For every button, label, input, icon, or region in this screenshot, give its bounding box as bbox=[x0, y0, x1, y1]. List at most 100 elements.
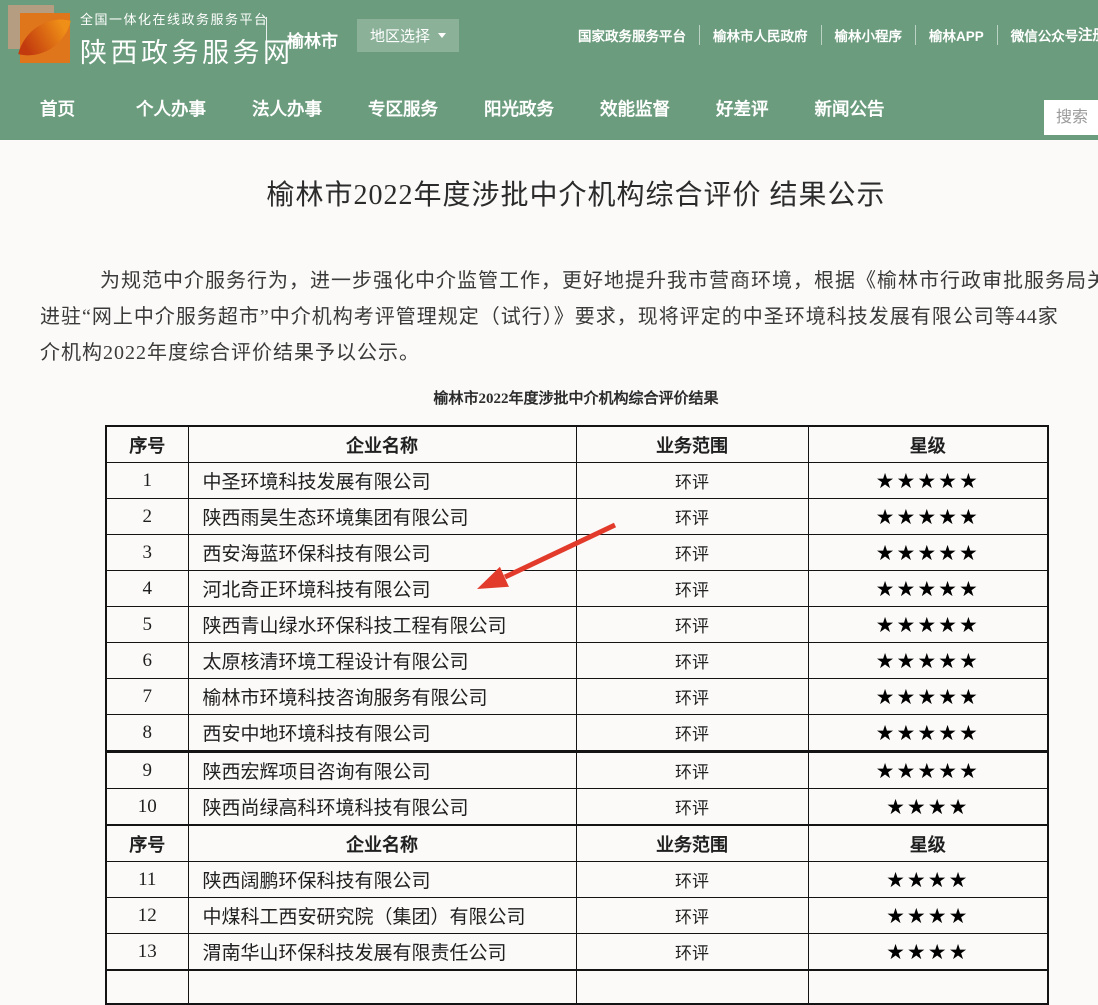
cell-no: 7 bbox=[106, 679, 188, 715]
cell-stars: ★★★★★ bbox=[808, 499, 1048, 535]
site-header: 全国一体化在线政务服务平台 陕西政务服务网 榆林市 地区选择 国家政务服务平台榆… bbox=[0, 0, 1098, 140]
cell-no: 4 bbox=[106, 571, 188, 607]
column-header: 星级 bbox=[808, 426, 1048, 463]
logo-orange-square bbox=[20, 13, 70, 63]
cell-name: 西安中地环境科技有限公司 bbox=[188, 715, 576, 752]
table-caption: 榆林市2022年度涉批中介机构综合评价结果 bbox=[0, 387, 1098, 408]
cell-name: 河北奇正环境科技有限公司 bbox=[188, 571, 576, 607]
nav-item-7[interactable]: 新闻公告 bbox=[815, 96, 885, 121]
cell-name: 中圣环境科技发展有限公司 bbox=[188, 463, 576, 499]
cell-scope: 环评 bbox=[576, 898, 808, 934]
cell-stars: ★★★★★ bbox=[808, 607, 1048, 643]
cell-name: 陕西尚绿高科环境科技有限公司 bbox=[188, 789, 576, 826]
cell-no: 9 bbox=[106, 752, 188, 789]
cell-no: 10 bbox=[106, 789, 188, 826]
table-row: 5陕西青山绿水环保科技工程有限公司环评★★★★★ bbox=[106, 607, 1048, 643]
cell-stars: ★★★★★ bbox=[808, 571, 1048, 607]
nav-item-1[interactable]: 个人办事 bbox=[136, 96, 206, 121]
cell-stars: ★★★★★ bbox=[808, 679, 1048, 715]
cell-stars: ★★★★★ bbox=[808, 643, 1048, 679]
cell-name: 中煤科工西安研究院（集团）有限公司 bbox=[188, 898, 576, 934]
nav-item-2[interactable]: 法人办事 bbox=[252, 96, 322, 121]
page-title: 榆林市2022年度涉批中介机构综合评价 结果公示 bbox=[0, 173, 1098, 213]
table-row: 4河北奇正环境科技有限公司环评★★★★★ bbox=[106, 571, 1048, 607]
top-links: 国家政务服务平台榆林市人民政府榆林小程序榆林APP微信公众号 bbox=[578, 25, 1091, 45]
cell-no: 12 bbox=[106, 898, 188, 934]
cell-no: 3 bbox=[106, 535, 188, 571]
logo-leaf-icon bbox=[18, 10, 71, 64]
cell-name: 榆林市环境科技咨询服务有限公司 bbox=[188, 679, 576, 715]
cell-scope: 环评 bbox=[576, 715, 808, 752]
region-select-button[interactable]: 地区选择 bbox=[357, 19, 459, 52]
top-link-1[interactable]: 榆林市人民政府 bbox=[700, 25, 822, 45]
cell-scope: 环评 bbox=[576, 607, 808, 643]
nav-item-0[interactable]: 首页 bbox=[40, 96, 75, 121]
nav-item-5[interactable]: 效能监督 bbox=[600, 96, 670, 121]
table-row: 1中圣环境科技发展有限公司环评★★★★★ bbox=[106, 463, 1048, 499]
table-header-row: 序号企业名称业务范围星级 bbox=[106, 426, 1048, 463]
cell-name: 陕西雨昊生态环境集团有限公司 bbox=[188, 499, 576, 535]
column-header: 序号 bbox=[106, 426, 188, 463]
chevron-down-icon bbox=[438, 33, 446, 38]
cell-stars: ★★★★ bbox=[808, 862, 1048, 898]
register-link[interactable]: 注册 bbox=[1078, 24, 1098, 45]
column-header: 企业名称 bbox=[188, 825, 576, 862]
cell-scope: 环评 bbox=[576, 679, 808, 715]
table-header-row: 序号企业名称业务范围星级 bbox=[106, 825, 1048, 862]
cell-scope: 环评 bbox=[576, 934, 808, 971]
platform-label: 全国一体化在线政务服务平台 bbox=[80, 9, 294, 28]
region-select-label: 地区选择 bbox=[370, 25, 430, 46]
main-nav: 首页 个人办事 法人办事 专区服务 阳光政务 效能监督 好差评 新闻公告 bbox=[40, 96, 885, 121]
table-row: 8西安中地环境科技有限公司环评★★★★★ bbox=[106, 715, 1048, 752]
cell-stars: ★★★★★ bbox=[808, 535, 1048, 571]
column-header: 星级 bbox=[808, 825, 1048, 862]
cell-stars: ★★★★ bbox=[808, 934, 1048, 971]
nav-item-6[interactable]: 好差评 bbox=[716, 96, 769, 121]
cell-stars: ★★★★★ bbox=[808, 752, 1048, 789]
cell-stars: ★★★★★ bbox=[808, 715, 1048, 752]
site-name: 陕西政务服务网 bbox=[80, 31, 294, 70]
column-header: 序号 bbox=[106, 825, 188, 862]
column-header: 企业名称 bbox=[188, 426, 576, 463]
nav-item-3[interactable]: 专区服务 bbox=[368, 96, 438, 121]
column-header: 业务范围 bbox=[576, 825, 808, 862]
cell-no: 1 bbox=[106, 463, 188, 499]
top-link-0[interactable]: 国家政务服务平台 bbox=[578, 25, 700, 45]
announcement-paragraph: 为规范中介服务行为，进一步强化中介监管工作，更好地提升我市营商环境，根据《榆林市… bbox=[0, 263, 1098, 371]
cell-name: 陕西青山绿水环保科技工程有限公司 bbox=[188, 607, 576, 643]
cell-name: 太原核清环境工程设计有限公司 bbox=[188, 643, 576, 679]
cell-no: 13 bbox=[106, 934, 188, 971]
top-link-2[interactable]: 榆林小程序 bbox=[822, 25, 917, 45]
cell-empty bbox=[808, 970, 1048, 1004]
cell-no: 8 bbox=[106, 715, 188, 752]
cell-scope: 环评 bbox=[576, 752, 808, 789]
evaluation-table-body: 序号企业名称业务范围星级1中圣环境科技发展有限公司环评★★★★★2陕西雨昊生态环… bbox=[106, 426, 1048, 1004]
table-row: 11陕西阔鹏环保科技有限公司环评★★★★ bbox=[106, 862, 1048, 898]
cell-scope: 环评 bbox=[576, 643, 808, 679]
current-city-label: 榆林市 bbox=[287, 27, 338, 52]
table-row: 3西安海蓝环保科技有限公司环评★★★★★ bbox=[106, 535, 1048, 571]
cell-no: 2 bbox=[106, 499, 188, 535]
cell-name: 陕西阔鹏环保科技有限公司 bbox=[188, 862, 576, 898]
cell-scope: 环评 bbox=[576, 862, 808, 898]
top-link-3[interactable]: 榆林APP bbox=[916, 25, 998, 45]
cell-scope: 环评 bbox=[576, 499, 808, 535]
cell-no: 6 bbox=[106, 643, 188, 679]
announcement-document: 榆林市2022年度涉批中介机构综合评价 结果公示 为规范中介服务行为，进一步强化… bbox=[0, 140, 1098, 947]
nav-item-4[interactable]: 阳光政务 bbox=[484, 96, 554, 121]
search-input[interactable] bbox=[1044, 100, 1098, 135]
cell-scope: 环评 bbox=[576, 789, 808, 826]
site-brand: 全国一体化在线政务服务平台 陕西政务服务网 bbox=[80, 9, 294, 70]
table-row: 10陕西尚绿高科环境科技有限公司环评★★★★ bbox=[106, 789, 1048, 826]
cell-no: 11 bbox=[106, 862, 188, 898]
cell-scope: 环评 bbox=[576, 571, 808, 607]
site-logo bbox=[8, 3, 72, 63]
cell-name: 西安海蓝环保科技有限公司 bbox=[188, 535, 576, 571]
cell-stars: ★★★★ bbox=[808, 789, 1048, 826]
cell-empty bbox=[106, 970, 188, 1004]
cell-stars: ★★★★ bbox=[808, 898, 1048, 934]
cell-empty bbox=[576, 970, 808, 1004]
cell-no: 5 bbox=[106, 607, 188, 643]
paragraph-line: 进驻“网上中介服务超市”中介机构考评管理规定（试行）》要求，现将评定的中圣环境科… bbox=[0, 299, 1098, 335]
cell-name: 渭南华山环保科技发展有限责任公司 bbox=[188, 934, 576, 971]
